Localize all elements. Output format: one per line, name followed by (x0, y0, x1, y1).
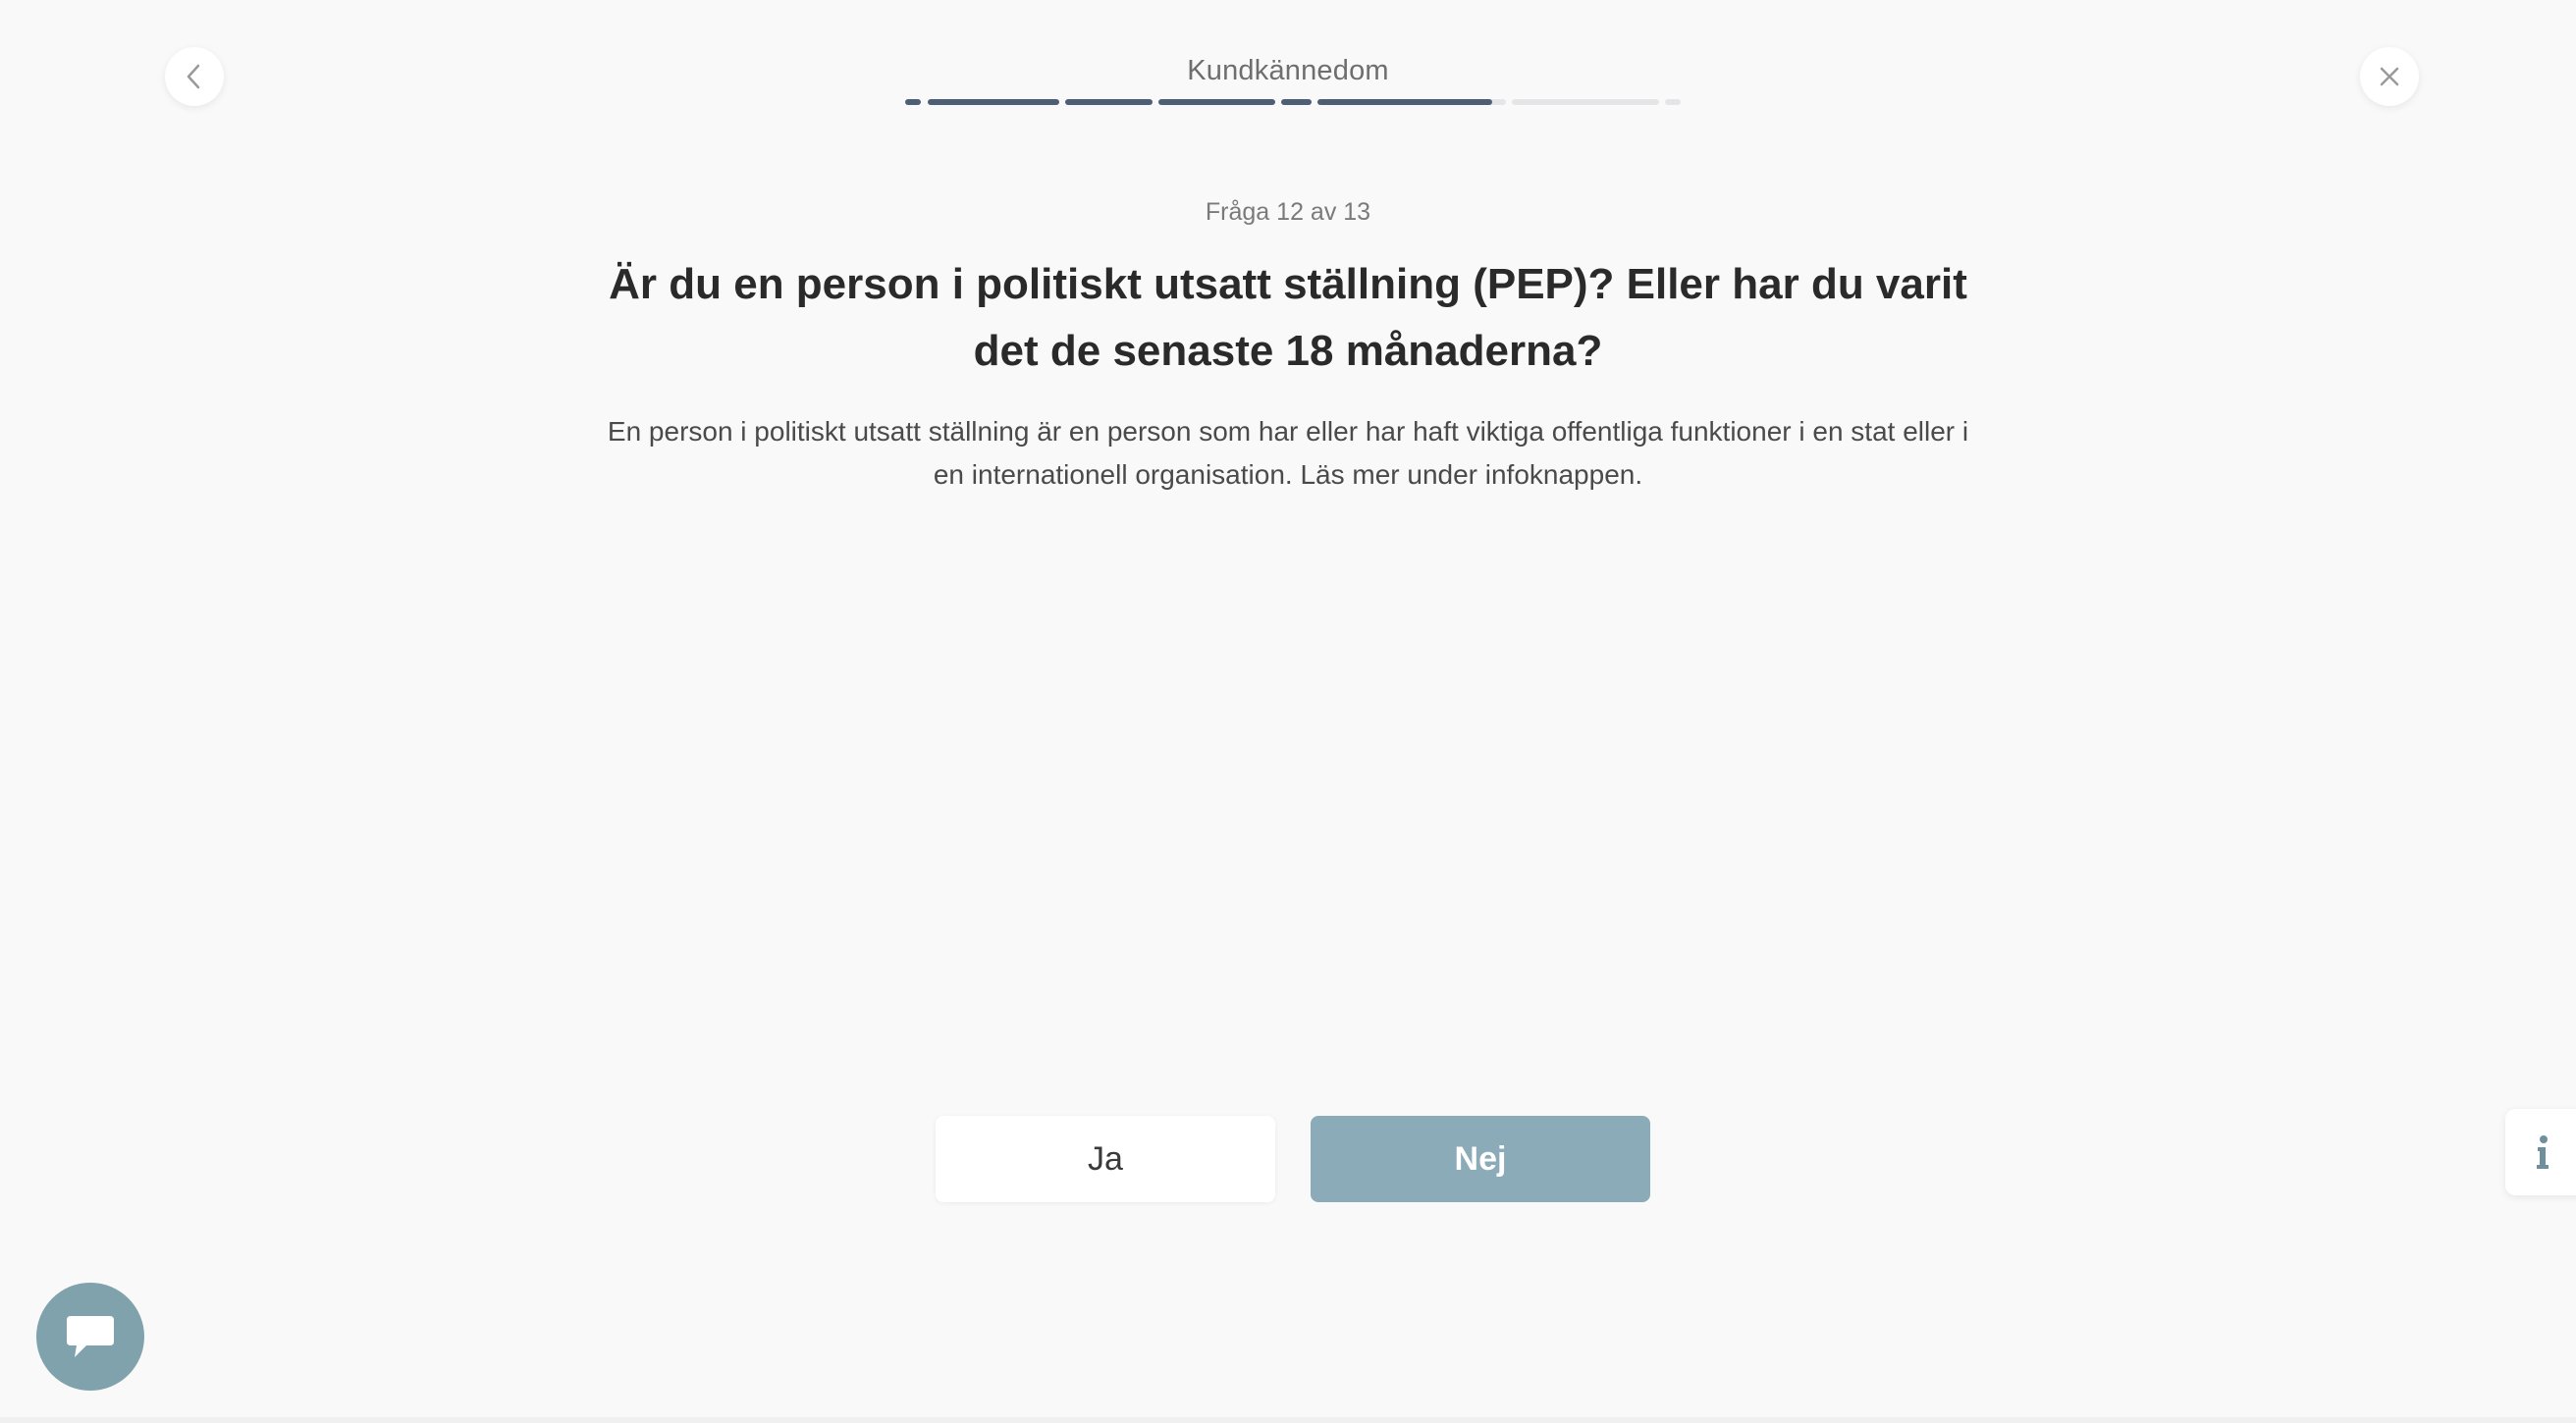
chat-bubble-icon (67, 1316, 114, 1357)
progress-bar (0, 98, 2576, 106)
progress-segment (1158, 99, 1275, 105)
progress-segment (1281, 99, 1312, 105)
no-button-label: Nej (1454, 1139, 1507, 1178)
progress-segment (1512, 99, 1659, 105)
progress-segment (1065, 99, 1153, 105)
question-description: En person i politiskt utsatt ställning ä… (607, 416, 1969, 490)
progress-segment-fill (1317, 99, 1492, 105)
bottom-strip (0, 1417, 2576, 1423)
yes-button[interactable]: Ja (936, 1116, 1275, 1202)
chat-button[interactable] (36, 1283, 144, 1391)
no-button[interactable]: Nej (1311, 1116, 1650, 1202)
progress-segment (905, 99, 921, 105)
info-icon (2537, 1135, 2549, 1169)
question-counter: Fråga 12 av 13 (1205, 198, 1371, 226)
step-title: Kundkännedom (1187, 55, 1389, 86)
question-title: Är du en person i politiskt utsatt ställ… (609, 260, 1967, 375)
info-button[interactable] (2505, 1109, 2576, 1195)
progress-segment (1665, 99, 1681, 105)
progress-segment (928, 99, 1059, 105)
yes-button-label: Ja (1088, 1139, 1123, 1178)
